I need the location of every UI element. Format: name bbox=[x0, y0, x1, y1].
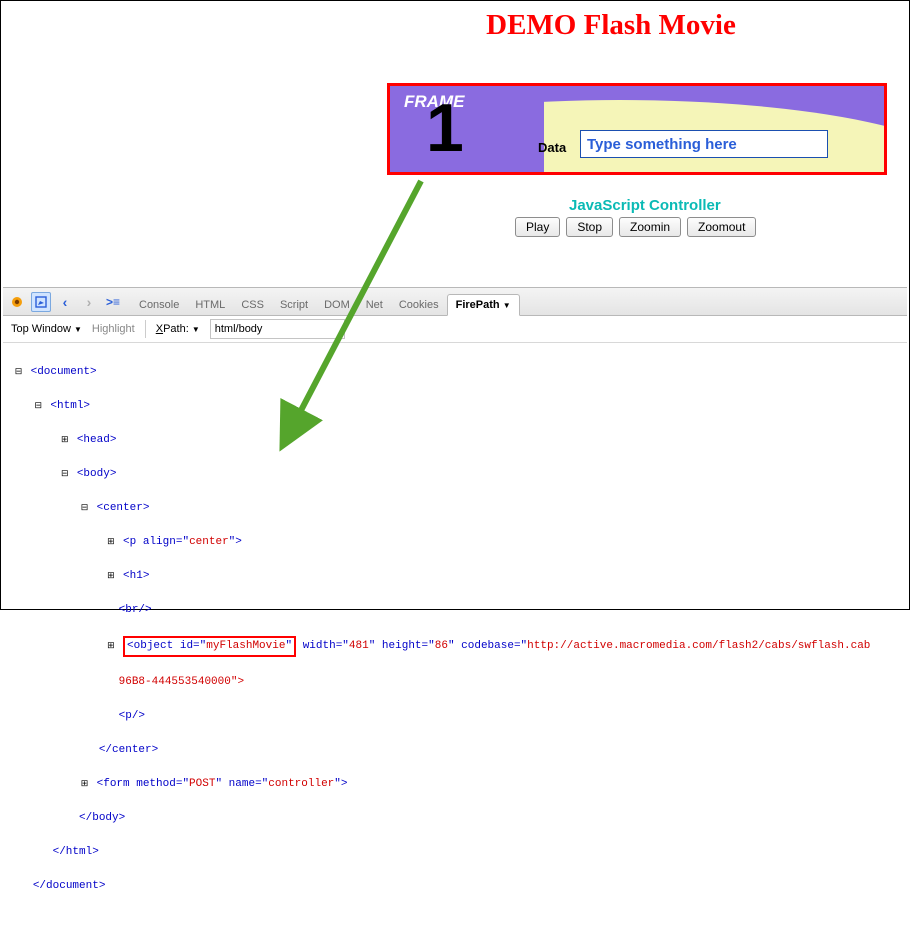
highlight-toggle[interactable]: Highlight bbox=[92, 323, 135, 335]
play-button[interactable]: Play bbox=[515, 217, 560, 237]
back-icon[interactable]: ‹ bbox=[55, 292, 75, 312]
command-icon[interactable]: ˃≡ bbox=[103, 292, 123, 312]
zoomin-button[interactable]: Zoomin bbox=[619, 217, 681, 237]
tab-dom[interactable]: DOM bbox=[316, 295, 358, 315]
flash-movie-object: FRAME 1 Data bbox=[387, 83, 887, 175]
flash-data-input[interactable] bbox=[580, 130, 828, 158]
controller-buttons: Play Stop Zoomin Zoomout bbox=[515, 217, 756, 237]
collapse-icon[interactable]: ⊟ bbox=[13, 364, 24, 381]
tab-cookies[interactable]: Cookies bbox=[391, 295, 447, 315]
tab-script[interactable]: Script bbox=[272, 295, 316, 315]
stop-button[interactable]: Stop bbox=[566, 217, 613, 237]
source-tree[interactable]: ⊟ <document> ⊟ <html> ⊞ <head> ⊟ <body> … bbox=[3, 343, 907, 933]
tab-html[interactable]: HTML bbox=[187, 295, 233, 315]
expand-icon[interactable]: ⊞ bbox=[79, 776, 90, 793]
xpath-label[interactable]: XPath: ▼ bbox=[156, 323, 200, 335]
xpath-input[interactable] bbox=[210, 319, 345, 339]
page-title: DEMO Flash Movie bbox=[441, 9, 781, 42]
tab-console[interactable]: Console bbox=[131, 295, 187, 315]
data-label: Data bbox=[538, 140, 566, 155]
frame-number: 1 bbox=[426, 94, 464, 162]
tab-css[interactable]: CSS bbox=[233, 295, 272, 315]
firebug-icon[interactable] bbox=[7, 292, 27, 312]
expand-icon[interactable]: ⊞ bbox=[105, 534, 116, 551]
top-window-dropdown[interactable]: Top Window ▼ bbox=[11, 323, 82, 335]
controller-label: JavaScript Controller bbox=[569, 197, 721, 214]
devtools-toolbar: ‹ › ˃≡ Console HTML CSS Script DOM Net C… bbox=[3, 288, 907, 316]
tab-net[interactable]: Net bbox=[358, 295, 391, 315]
expand-icon[interactable]: ⊞ bbox=[105, 568, 116, 585]
forward-icon[interactable]: › bbox=[79, 292, 99, 312]
collapse-icon[interactable]: ⊟ bbox=[33, 398, 44, 415]
object-highlight: <object id="myFlashMovie" bbox=[123, 636, 296, 657]
inspect-icon[interactable] bbox=[31, 292, 51, 312]
zoomout-button[interactable]: Zoomout bbox=[687, 217, 756, 237]
devtools-subbar: Top Window ▼ Highlight XPath: ▼ bbox=[3, 316, 907, 343]
firebug-panel: ‹ › ˃≡ Console HTML CSS Script DOM Net C… bbox=[3, 287, 907, 607]
collapse-icon[interactable]: ⊟ bbox=[79, 500, 90, 517]
expand-icon[interactable]: ⊞ bbox=[105, 638, 116, 655]
collapse-icon[interactable]: ⊟ bbox=[59, 466, 70, 483]
tab-firepath[interactable]: FirePath ▼ bbox=[447, 294, 520, 316]
expand-icon[interactable]: ⊞ bbox=[59, 432, 70, 449]
